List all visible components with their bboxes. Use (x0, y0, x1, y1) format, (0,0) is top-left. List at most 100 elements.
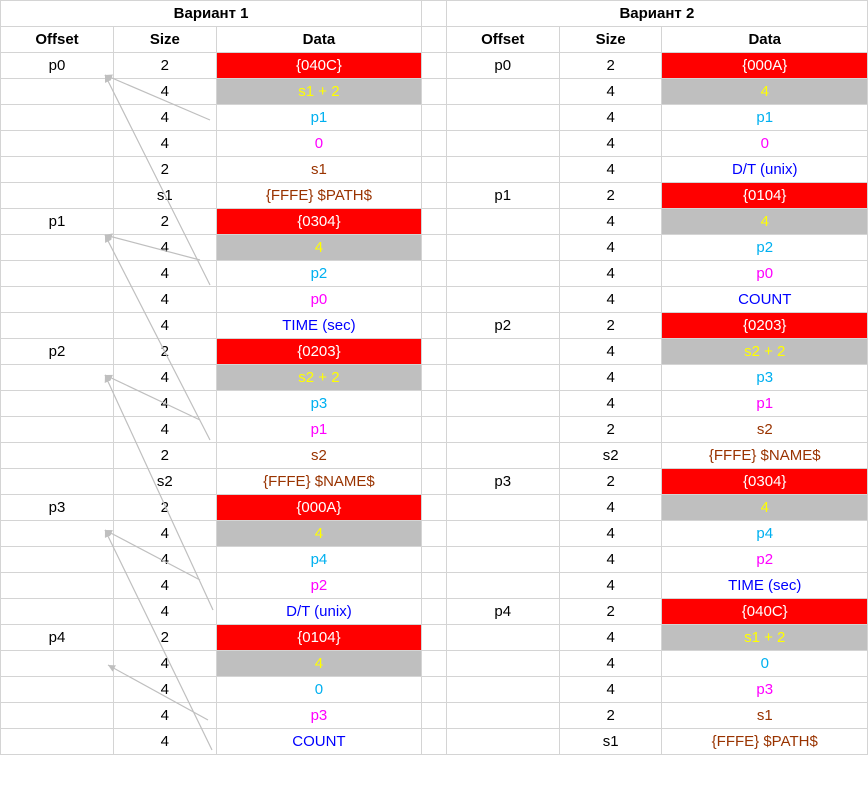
data-cell: s2 + 2 (216, 365, 421, 391)
offset-cell (1, 651, 114, 677)
offset-cell (446, 339, 559, 365)
offset-cell (446, 573, 559, 599)
size-cell: 4 (559, 287, 662, 313)
size-cell: 4 (559, 131, 662, 157)
offset-cell (1, 183, 114, 209)
table-row: p42{0104}4s1 + 2 (1, 625, 868, 651)
offset-cell (446, 729, 559, 755)
size-cell: 4 (559, 365, 662, 391)
data-cell: 0 (662, 651, 868, 677)
size-cell: 4 (113, 729, 216, 755)
gap-cell (422, 729, 447, 755)
gap-cell (422, 183, 447, 209)
data-cell: p2 (216, 261, 421, 287)
data-cell: p0 (662, 261, 868, 287)
size-cell: 4 (559, 261, 662, 287)
offset-cell (446, 625, 559, 651)
table-row: p02{040C}p02{000A} (1, 53, 868, 79)
data-cell: s2 (216, 443, 421, 469)
data-cell: COUNT (216, 729, 421, 755)
table-row: 4TIME (sec)p22{0203} (1, 313, 868, 339)
data-cell: {FFFE} $NAME$ (216, 469, 421, 495)
data-cell: 0 (216, 677, 421, 703)
header-v1-data: Data (216, 27, 421, 53)
size-cell: 4 (113, 261, 216, 287)
header-variant2: Вариант 2 (446, 1, 867, 27)
data-cell: s2 (662, 417, 868, 443)
offset-cell (446, 443, 559, 469)
gap-cell (422, 79, 447, 105)
page-wrap: Вариант 1 Вариант 2 Offset Size Data Off… (0, 0, 868, 755)
size-cell: 4 (559, 521, 662, 547)
data-cell: p4 (662, 521, 868, 547)
data-cell: p2 (662, 547, 868, 573)
size-cell: 2 (559, 469, 662, 495)
offset-cell: p2 (446, 313, 559, 339)
size-cell: 4 (113, 235, 216, 261)
gap-cell (422, 625, 447, 651)
table-row: 404p3 (1, 677, 868, 703)
offset-cell (1, 417, 114, 443)
table-row: 4040 (1, 131, 868, 157)
offset-cell (1, 235, 114, 261)
header-v2-data: Data (662, 27, 868, 53)
offset-cell (1, 599, 114, 625)
gap-cell (422, 391, 447, 417)
gap-cell (422, 157, 447, 183)
data-cell: 4 (216, 521, 421, 547)
size-cell: s1 (113, 183, 216, 209)
data-cell: p4 (216, 547, 421, 573)
size-cell: 4 (113, 313, 216, 339)
offset-cell (446, 209, 559, 235)
gap-cell (422, 27, 447, 53)
data-cell: p1 (662, 391, 868, 417)
size-cell: 2 (559, 53, 662, 79)
data-cell: p1 (216, 417, 421, 443)
offset-cell (446, 703, 559, 729)
data-cell: s1 + 2 (216, 79, 421, 105)
size-cell: 4 (113, 417, 216, 443)
table-row: p32{000A}44 (1, 495, 868, 521)
offset-cell (1, 521, 114, 547)
data-cell: 0 (662, 131, 868, 157)
offset-cell (446, 417, 559, 443)
data-cell: s2 + 2 (662, 339, 868, 365)
size-cell: 4 (113, 677, 216, 703)
offset-cell: p4 (446, 599, 559, 625)
size-cell: 2 (559, 703, 662, 729)
offset-cell (446, 287, 559, 313)
size-cell: 2 (113, 495, 216, 521)
header-v1-offset: Offset (1, 27, 114, 53)
offset-cell (1, 365, 114, 391)
offset-cell (446, 547, 559, 573)
offset-cell (1, 131, 114, 157)
table-row: 4COUNTs1{FFFE} $PATH$ (1, 729, 868, 755)
gap-cell (422, 1, 447, 27)
table-row: 4s1 + 244 (1, 79, 868, 105)
offset-cell (1, 391, 114, 417)
table-row: 2s2s2{FFFE} $NAME$ (1, 443, 868, 469)
table-row: 2s14D/T (unix) (1, 157, 868, 183)
gap-cell (422, 469, 447, 495)
size-cell: 4 (113, 703, 216, 729)
gap-cell (422, 417, 447, 443)
gap-cell (422, 287, 447, 313)
size-cell: 4 (113, 521, 216, 547)
size-cell: 4 (113, 391, 216, 417)
size-cell: 2 (559, 313, 662, 339)
data-cell: TIME (sec) (662, 573, 868, 599)
table-row: p12{0304}44 (1, 209, 868, 235)
size-cell: 4 (559, 625, 662, 651)
size-cell: 4 (559, 339, 662, 365)
offset-cell (446, 157, 559, 183)
data-cell: {0304} (216, 209, 421, 235)
table-row: 4p34p1 (1, 391, 868, 417)
data-cell: 4 (662, 209, 868, 235)
size-cell: 2 (559, 183, 662, 209)
offset-cell (1, 287, 114, 313)
data-cell: 0 (216, 131, 421, 157)
table-row: 4s2 + 24p3 (1, 365, 868, 391)
data-cell: s1 + 2 (662, 625, 868, 651)
offset-cell (446, 79, 559, 105)
offset-cell (1, 79, 114, 105)
